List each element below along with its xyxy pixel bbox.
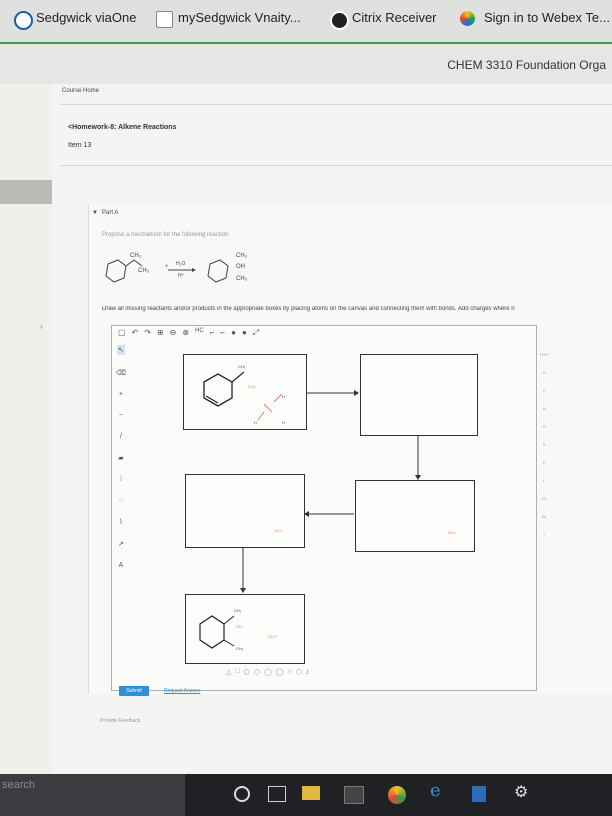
- benzene-icon[interactable]: ⬡: [296, 668, 302, 676]
- arrow-head: [304, 511, 309, 517]
- box5-ch3-label: CH₃: [234, 608, 242, 613]
- task-view-icon[interactable]: [268, 786, 286, 802]
- water-bond: [273, 393, 283, 403]
- box1-h-label: H: [282, 394, 285, 399]
- request-answer-link[interactable]: Request Answer: [164, 688, 200, 694]
- box1-ch2-label: CH₃: [248, 384, 256, 389]
- store-icon[interactable]: [344, 786, 364, 804]
- cyclohexene-ring: [203, 373, 233, 407]
- box5-oh-label: OH: [236, 624, 242, 629]
- submit-button[interactable]: Submit: [119, 686, 149, 696]
- box5-ch3-label-2: CH₃: [236, 646, 244, 651]
- mechanism-drawing: [199, 371, 421, 649]
- water-bond: [263, 403, 273, 413]
- gear-icon[interactable]: ⚙: [514, 782, 528, 802]
- box5-bond: [223, 615, 235, 625]
- square-icon[interactable]: □: [235, 668, 239, 676]
- heptagon-icon[interactable]: ◯: [264, 668, 272, 676]
- box1-h-label-3: H: [282, 420, 285, 425]
- box1-h-label-2: H: [254, 420, 257, 425]
- file-explorer-icon[interactable]: [302, 786, 320, 800]
- box1-bond: [231, 371, 245, 383]
- arrow-head: [415, 475, 421, 480]
- chrome-icon[interactable]: [388, 786, 406, 804]
- box5-bond: [223, 639, 235, 647]
- document-icon[interactable]: [472, 786, 486, 802]
- shape-toolbar: △ □ ⬠ ⬡ ◯ ◯ ○ ⬡ ⤓: [226, 668, 309, 676]
- search-placeholder: search: [2, 779, 36, 791]
- pentagon-icon[interactable]: ⬠: [244, 668, 250, 676]
- water-bond: [257, 411, 265, 421]
- hexagon-icon[interactable]: ⬡: [254, 668, 260, 676]
- triangle-icon[interactable]: △: [226, 668, 231, 676]
- cyclohexane-ring: [199, 615, 225, 649]
- edge-icon[interactable]: e: [430, 780, 441, 801]
- taskbar-search[interactable]: search: [0, 774, 185, 816]
- box1-ch3-label: CH₃: [238, 364, 246, 369]
- provide-feedback-link[interactable]: Provide Feedback: [100, 718, 140, 724]
- cortana-icon[interactable]: [234, 786, 250, 802]
- box4-h2o-label: H₂O: [448, 530, 456, 535]
- arrow-head: [354, 390, 359, 396]
- circle-icon[interactable]: ○: [288, 668, 292, 676]
- download-icon[interactable]: ⤓: [306, 668, 309, 676]
- box3-h2o-label: H₂O: [274, 528, 282, 533]
- box5-h2o-plus-label: H₂O⁺: [268, 634, 278, 639]
- octagon-icon[interactable]: ◯: [276, 668, 284, 676]
- arrow-head: [240, 588, 246, 593]
